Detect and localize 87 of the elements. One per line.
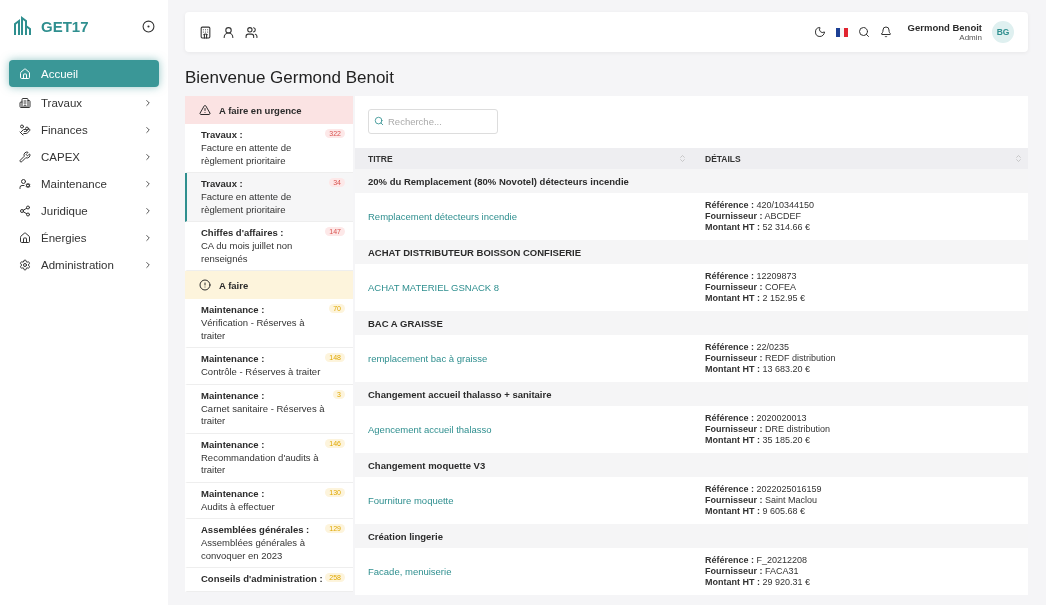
detail-line: Montant HT : 9 605.68 € [705,506,807,517]
detail-line: Montant HT : 35 185.20 € [705,435,812,446]
task-description: Carnet sanitaire - Réserves à traiter [201,402,326,428]
task-title: Travaux : [201,129,243,140]
nav-icon [19,123,31,136]
brand-name: GET17 [41,17,90,35]
task-description: Facture en attente de règlement prioritaire [201,142,293,167]
sort-icon [1014,154,1023,163]
task-description: Facture en attente de règlement prioritaire [201,191,293,216]
moon-icon[interactable] [813,26,826,38]
nav-item[interactable]: Juridique [9,197,159,224]
sort-icon [678,154,687,163]
column-header[interactable]: DÉTAILS [692,148,1028,169]
group-row: 20% du Remplacement (80% Novotel) détecteurs incendie [355,169,1028,193]
detail-line: Référence : 2022025016159 [705,484,823,495]
detail-line: Fournisseur : DRE distribution [705,424,832,435]
alert-icon [199,279,211,291]
user-name: Germond Benoit [907,22,982,33]
hotel-icon[interactable] [199,25,212,39]
group-row: Changement accueil thalasso + sanitaire [355,382,1028,406]
nav-item[interactable]: CAPEX [9,143,159,170]
detail-line: Fournisseur : REDF distribution [705,353,837,364]
section-title: A faire en urgence [219,104,302,116]
title-link[interactable]: remplacement bac à graisse [355,335,692,382]
nav-icon [19,204,31,217]
search-icon[interactable] [857,26,870,38]
task-description: Assemblées générales à convoquer en 2023 [201,537,307,562]
title-link[interactable]: Remplacement détecteurs incendie [355,193,692,240]
task-title: Maintenance : [201,353,265,364]
search-field[interactable]: Recherche... [368,109,498,134]
nav-icon [19,258,31,271]
detail-line: Référence : 22/0235 [705,342,791,353]
task-title: Assemblées générales : [201,524,310,535]
user-role: Admin [959,33,982,42]
detail-line: Montant HT : 2 152.95 € [705,293,807,304]
task-title: Maintenance : [201,487,265,499]
section-title: A faire [219,279,249,291]
bell-icon[interactable] [879,26,892,38]
nav-item[interactable]: Maintenance [9,170,159,197]
nav-icon [19,96,31,109]
warning-icon [199,104,211,116]
task-description: Contrôle - Réserves à traiter [201,366,322,379]
title-link[interactable]: Agencement accueil thalasso [355,406,692,453]
detail-line: Référence : 12209873 [705,271,798,282]
page-title: Bienvenue Germond Benoit [185,68,395,88]
title-link[interactable]: Facade, menuiserie [355,548,692,595]
task-description: CA du mois juillet non renseignés [201,240,294,265]
task-title: Maintenance : [201,438,265,450]
nav-item[interactable]: Énergies [9,224,159,251]
task-description: Audits à effectuer [201,500,276,513]
title-link[interactable]: ACHAT MATERIEL GSNACK 8 [355,264,692,311]
target-icon[interactable] [142,19,155,33]
detail-line: Montant HT : 29 920.31 € [705,577,812,588]
nav-icon [19,231,31,244]
detail-line: Fournisseur : ABCDEF [705,211,803,222]
task-title: Travaux : [201,178,243,189]
nav-icon [19,67,31,80]
task-title: Maintenance : [201,304,265,315]
nav-item[interactable]: Finances [9,116,159,143]
nav-item[interactable]: Travaux [9,89,159,116]
detail-line: Référence : 420/10344150 [705,200,816,211]
detail-line: Fournisseur : FACA31 [705,566,800,577]
detail-line: Montant HT : 52 314.66 € [705,222,812,233]
detail-line: Référence : F_20212208 [705,555,809,566]
task-description: Vérification - Réserves à traiter [201,317,306,342]
search-icon [374,116,384,126]
group-row: BAC A GRAISSE [355,311,1028,335]
detail-line: Fournisseur : COFEA [705,282,798,293]
detail-line: Montant HT : 13 683.20 € [705,364,812,375]
task-title: Conseils d'administration : [201,573,323,584]
detail-line: Référence : 2020020013 [705,413,808,424]
column-header[interactable]: TITRE [355,148,692,169]
person-icon[interactable] [222,25,235,39]
group-row: Création lingerie [355,524,1028,548]
buildings-logo-icon [13,16,33,36]
nav-item[interactable]: Administration [9,251,159,278]
nav-icon [19,177,31,190]
task-title: Maintenance : [201,389,265,401]
task-description: Recommandation d'audits à traiter [201,451,320,477]
group-row: Changement moquette V3 [355,453,1028,477]
task-title: Chiffes d'affaires : [201,227,284,238]
users-icon[interactable] [245,25,258,39]
group-row: ACHAT DISTRIBUTEUR BOISSON CONFISERIE [355,240,1028,264]
detail-line: Fournisseur : Saint Maclou [705,495,819,506]
nav-icon [19,150,31,163]
french-flag-icon[interactable] [835,27,848,37]
title-link[interactable]: Fourniture moquette [355,477,692,524]
